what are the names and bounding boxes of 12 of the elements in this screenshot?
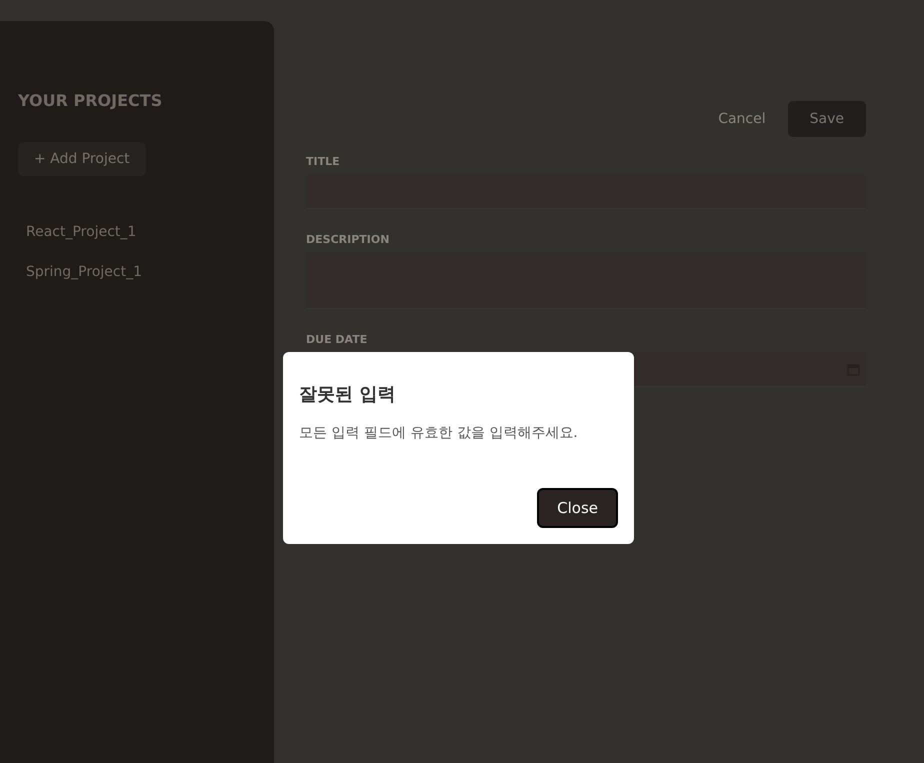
field-label: DESCRIPTION (306, 233, 390, 246)
add-project-button[interactable]: + Add Project (18, 142, 146, 176)
save-button[interactable]: Save (788, 101, 866, 137)
dialog-message: 모든 입력 필드에 유효한 값을 입력해주세요. (299, 424, 579, 442)
field-label: TITLE (306, 155, 341, 168)
project-item[interactable]: Spring_Project_1 (18, 256, 256, 288)
close-button[interactable]: Close (537, 488, 618, 528)
sidebar-heading: YOUR PROJECTS (18, 91, 162, 110)
field-label: DUE DATE (306, 333, 368, 346)
dialog-title: 잘못된 입력 (299, 383, 396, 406)
cancel-button[interactable]: Cancel (712, 110, 772, 128)
project-item[interactable]: React_Project_1 (18, 216, 256, 248)
